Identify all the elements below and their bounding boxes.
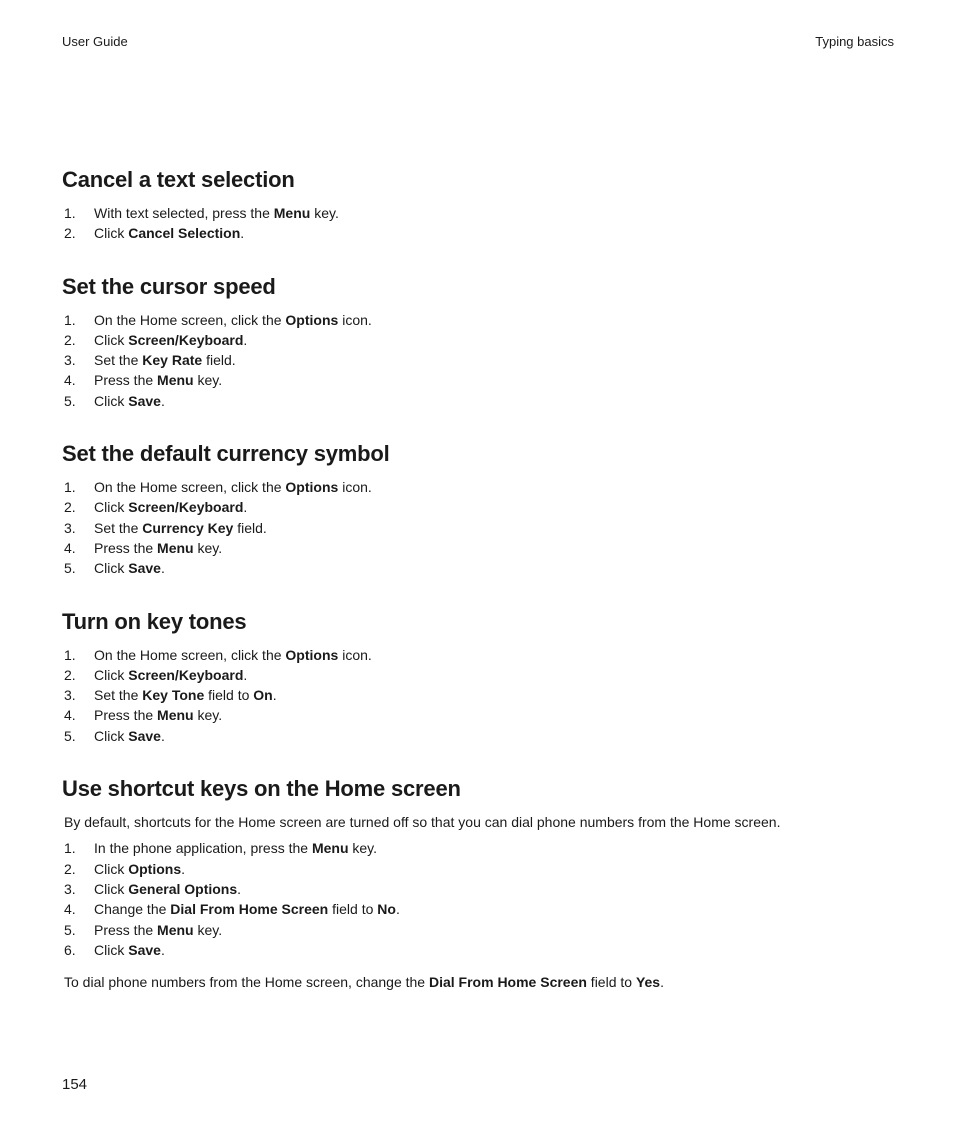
- step-item: Click Cancel Selection.: [62, 223, 894, 243]
- header-left: User Guide: [62, 34, 128, 49]
- bold-term: Options: [285, 479, 338, 495]
- section-heading: Cancel a text selection: [62, 167, 894, 193]
- bold-term: Save: [128, 942, 161, 958]
- bold-term: Dial From Home Screen: [170, 901, 328, 917]
- section-intro: By default, shortcuts for the Home scree…: [64, 812, 894, 832]
- step-item: Click Save.: [62, 726, 894, 746]
- step-item: With text selected, press the Menu key.: [62, 203, 894, 223]
- step-item: Click Save.: [62, 391, 894, 411]
- bold-term: Menu: [157, 707, 194, 723]
- step-item: Click Screen/Keyboard.: [62, 330, 894, 350]
- step-list: On the Home screen, click the Options ic…: [62, 310, 894, 411]
- step-list: With text selected, press the Menu key.C…: [62, 203, 894, 244]
- section: Cancel a text selection With text selecte…: [62, 167, 894, 244]
- step-item: In the phone application, press the Menu…: [62, 838, 894, 858]
- step-list: In the phone application, press the Menu…: [62, 838, 894, 960]
- step-list: On the Home screen, click the Options ic…: [62, 645, 894, 746]
- section-heading: Set the default currency symbol: [62, 441, 894, 467]
- step-item: Click Screen/Keyboard.: [62, 665, 894, 685]
- document-page: User Guide Typing basics Cancel a text s…: [0, 0, 954, 992]
- bold-term: Menu: [312, 840, 349, 856]
- bold-term: Menu: [274, 205, 311, 221]
- section: Set the default currency symbol On the Ho…: [62, 441, 894, 578]
- step-item: Set the Key Tone field to On.: [62, 685, 894, 705]
- bold-term: Options: [285, 312, 338, 328]
- bold-term: Menu: [157, 540, 194, 556]
- bold-term: Dial From Home Screen: [429, 974, 587, 990]
- bold-term: Menu: [157, 372, 194, 388]
- step-item: On the Home screen, click the Options ic…: [62, 310, 894, 330]
- step-item: Press the Menu key.: [62, 538, 894, 558]
- step-item: Change the Dial From Home Screen field t…: [62, 899, 894, 919]
- section: Set the cursor speed On the Home screen, …: [62, 274, 894, 411]
- step-item: Set the Currency Key field.: [62, 518, 894, 538]
- step-item: Click Options.: [62, 859, 894, 879]
- bold-term: Options: [285, 647, 338, 663]
- step-item: Click Screen/Keyboard.: [62, 497, 894, 517]
- step-item: Press the Menu key.: [62, 920, 894, 940]
- bold-term: On: [253, 687, 272, 703]
- bold-term: Menu: [157, 922, 194, 938]
- section: Use shortcut keys on the Home screen By d…: [62, 776, 894, 992]
- step-item: Click General Options.: [62, 879, 894, 899]
- step-item: Press the Menu key.: [62, 705, 894, 725]
- step-item: Set the Key Rate field.: [62, 350, 894, 370]
- bold-term: Currency Key: [142, 520, 233, 536]
- bold-term: No: [377, 901, 396, 917]
- bold-term: Save: [128, 393, 161, 409]
- bold-term: Screen/Keyboard: [128, 499, 243, 515]
- bold-term: Key Tone: [142, 687, 204, 703]
- content-body: Cancel a text selection With text selecte…: [62, 167, 894, 992]
- bold-term: Screen/Keyboard: [128, 332, 243, 348]
- section-heading: Use shortcut keys on the Home screen: [62, 776, 894, 802]
- step-item: Click Save.: [62, 940, 894, 960]
- step-list: On the Home screen, click the Options ic…: [62, 477, 894, 578]
- step-item: Click Save.: [62, 558, 894, 578]
- header-right: Typing basics: [815, 34, 894, 49]
- bold-term: Options: [128, 861, 181, 877]
- section-outro: To dial phone numbers from the Home scre…: [64, 972, 894, 992]
- section: Turn on key tones On the Home screen, cli…: [62, 609, 894, 746]
- section-heading: Turn on key tones: [62, 609, 894, 635]
- section-heading: Set the cursor speed: [62, 274, 894, 300]
- page-number: 154: [62, 1076, 87, 1093]
- running-header: User Guide Typing basics: [62, 34, 894, 49]
- bold-term: Save: [128, 560, 161, 576]
- bold-term: Key Rate: [142, 352, 202, 368]
- bold-term: Cancel Selection: [128, 225, 240, 241]
- bold-term: Yes: [636, 974, 660, 990]
- bold-term: Save: [128, 728, 161, 744]
- step-item: On the Home screen, click the Options ic…: [62, 645, 894, 665]
- step-item: Press the Menu key.: [62, 370, 894, 390]
- bold-term: Screen/Keyboard: [128, 667, 243, 683]
- step-item: On the Home screen, click the Options ic…: [62, 477, 894, 497]
- bold-term: General Options: [128, 881, 237, 897]
